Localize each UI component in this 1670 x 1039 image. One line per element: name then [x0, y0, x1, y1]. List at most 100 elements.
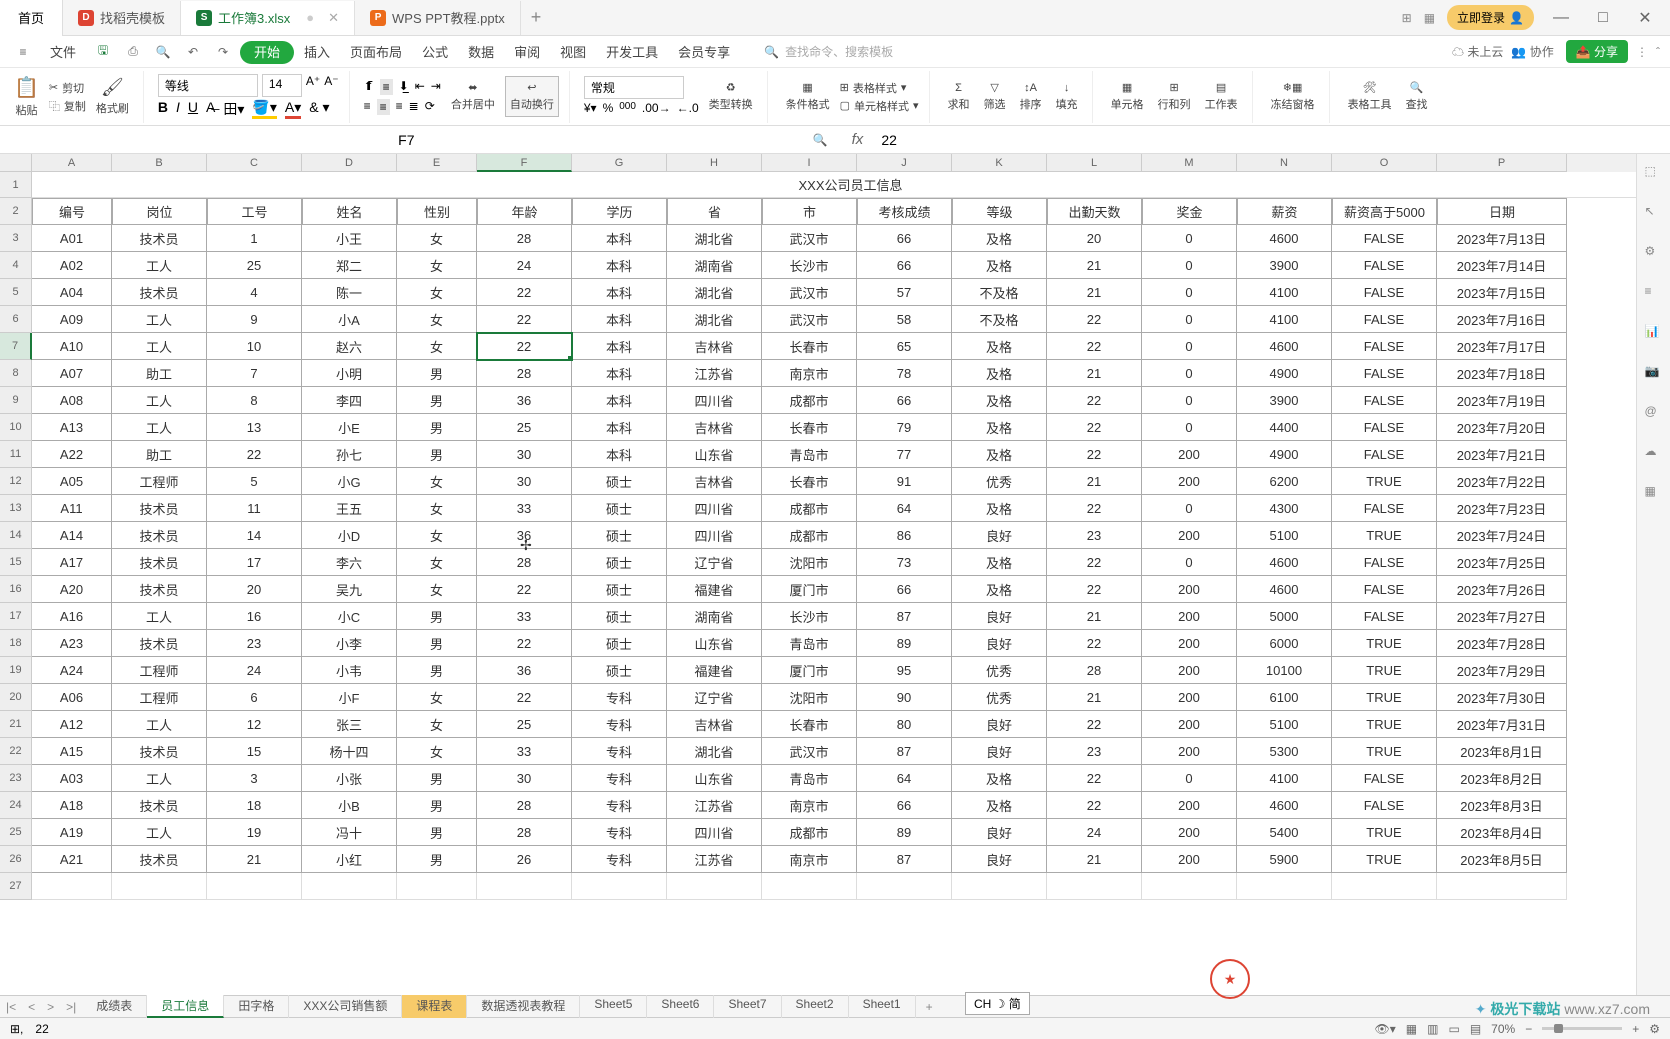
cell-D23[interactable]: 小张 [302, 765, 397, 792]
cell-G11[interactable]: 本科 [572, 441, 667, 468]
col-header-P[interactable]: P [1437, 154, 1567, 172]
cell-J17[interactable]: 87 [857, 603, 952, 630]
cell-K19[interactable]: 优秀 [952, 657, 1047, 684]
empty-cell[interactable] [112, 873, 207, 900]
filter-button[interactable]: ▽筛选 [980, 79, 1010, 114]
header-cell[interactable]: 岗位 [112, 198, 207, 225]
cell-I15[interactable]: 沈阳市 [762, 549, 857, 576]
cell-J12[interactable]: 91 [857, 468, 952, 495]
align-bot-icon[interactable]: ⬇̲ [399, 79, 409, 95]
cell-P10[interactable]: 2023年7月20日 [1437, 414, 1567, 441]
cell-F12[interactable]: 30 [477, 468, 572, 495]
cell-F14[interactable]: 36 [477, 522, 572, 549]
cell-L4[interactable]: 21 [1047, 252, 1142, 279]
side-at-icon[interactable]: @ [1645, 404, 1663, 422]
cell-I12[interactable]: 长春市 [762, 468, 857, 495]
coop-button[interactable]: 👥 协作 [1511, 43, 1553, 60]
cell-E13[interactable]: 女 [397, 495, 477, 522]
cell-F3[interactable]: 28 [477, 225, 572, 252]
cell-H23[interactable]: 山东省 [667, 765, 762, 792]
row-header-24[interactable]: 24 [0, 792, 32, 819]
paste-button[interactable]: 📋粘贴 [10, 73, 43, 120]
share-button[interactable]: 📤 分享 [1566, 40, 1628, 63]
header-cell[interactable]: 薪资高于5000 [1332, 198, 1437, 225]
cell-I26[interactable]: 南京市 [762, 846, 857, 873]
empty-cell[interactable] [1142, 873, 1237, 900]
cell-L11[interactable]: 22 [1047, 441, 1142, 468]
sheet-tab-4[interactable]: 课程表 [402, 995, 467, 1018]
header-cell[interactable]: 性别 [397, 198, 477, 225]
cell-L24[interactable]: 22 [1047, 792, 1142, 819]
cell-F17[interactable]: 33 [477, 603, 572, 630]
cell-P22[interactable]: 2023年8月1日 [1437, 738, 1567, 765]
doc-tab-0[interactable]: D找稻壳模板 [63, 1, 181, 35]
cell-B7[interactable]: 工人 [112, 333, 207, 360]
minimize-button[interactable]: — [1546, 9, 1576, 27]
cell-L3[interactable]: 20 [1047, 225, 1142, 252]
cell-O17[interactable]: FALSE [1332, 603, 1437, 630]
cell-P17[interactable]: 2023年7月27日 [1437, 603, 1567, 630]
cell-O4[interactable]: FALSE [1332, 252, 1437, 279]
sheet-prev-icon[interactable]: < [22, 1000, 41, 1014]
cell-I24[interactable]: 南京市 [762, 792, 857, 819]
inc-decimal-icon[interactable]: .00→ [642, 101, 671, 117]
fill-color-button[interactable]: 🪣▾ [252, 99, 276, 119]
row-header-10[interactable]: 10 [0, 414, 32, 441]
cell-I14[interactable]: 成都市 [762, 522, 857, 549]
col-header-M[interactable]: M [1142, 154, 1237, 172]
cell-M10[interactable]: 0 [1142, 414, 1237, 441]
login-button[interactable]: 立即登录👤 [1447, 5, 1534, 30]
cell-J20[interactable]: 90 [857, 684, 952, 711]
cell-J5[interactable]: 57 [857, 279, 952, 306]
cell-N7[interactable]: 4600 [1237, 333, 1332, 360]
strike-button[interactable]: A̶ [206, 99, 215, 119]
cell-G10[interactable]: 本科 [572, 414, 667, 441]
cell-I3[interactable]: 武汉市 [762, 225, 857, 252]
doc-tab-2[interactable]: PWPS PPT教程.pptx [355, 1, 521, 35]
row-header-14[interactable]: 14 [0, 522, 32, 549]
cell-E6[interactable]: 女 [397, 306, 477, 333]
view-grid1-icon[interactable]: ▦ [1406, 1022, 1417, 1036]
cell-M4[interactable]: 0 [1142, 252, 1237, 279]
cell-D25[interactable]: 冯十 [302, 819, 397, 846]
cell-O8[interactable]: FALSE [1332, 360, 1437, 387]
cell-M16[interactable]: 200 [1142, 576, 1237, 603]
cell-O18[interactable]: TRUE [1332, 630, 1437, 657]
cell-E12[interactable]: 女 [397, 468, 477, 495]
cell-D24[interactable]: 小B [302, 792, 397, 819]
row-header-25[interactable]: 25 [0, 819, 32, 846]
cell-M22[interactable]: 200 [1142, 738, 1237, 765]
header-cell[interactable]: 省 [667, 198, 762, 225]
cell-N25[interactable]: 5400 [1237, 819, 1332, 846]
name-box[interactable] [10, 128, 803, 152]
cell-A3[interactable]: A01 [32, 225, 112, 252]
cell-G18[interactable]: 硕士 [572, 630, 667, 657]
cell-G8[interactable]: 本科 [572, 360, 667, 387]
cell-D26[interactable]: 小红 [302, 846, 397, 873]
cell-L19[interactable]: 28 [1047, 657, 1142, 684]
cell-N5[interactable]: 4100 [1237, 279, 1332, 306]
cell-I6[interactable]: 武汉市 [762, 306, 857, 333]
header-cell[interactable]: 薪资 [1237, 198, 1332, 225]
cell-P16[interactable]: 2023年7月26日 [1437, 576, 1567, 603]
fx-label[interactable]: fx [852, 131, 864, 148]
sheet-first-icon[interactable]: |< [0, 1000, 22, 1014]
cell-K6[interactable]: 不及格 [952, 306, 1047, 333]
cell-I17[interactable]: 长沙市 [762, 603, 857, 630]
cell-B12[interactable]: 工程师 [112, 468, 207, 495]
cell-E16[interactable]: 女 [397, 576, 477, 603]
cell-E18[interactable]: 男 [397, 630, 477, 657]
cell-style-button[interactable]: ▢ 单元格样式▾ [840, 98, 919, 114]
cell-D12[interactable]: 小G [302, 468, 397, 495]
cell-L17[interactable]: 21 [1047, 603, 1142, 630]
fill-button[interactable]: ↓填充 [1052, 80, 1082, 114]
row-header-16[interactable]: 16 [0, 576, 32, 603]
cell-K20[interactable]: 优秀 [952, 684, 1047, 711]
bold-button[interactable]: B [158, 99, 168, 119]
cell-E26[interactable]: 男 [397, 846, 477, 873]
cell-P4[interactable]: 2023年7月14日 [1437, 252, 1567, 279]
cell-H4[interactable]: 湖南省 [667, 252, 762, 279]
sum-button[interactable]: Σ求和 [944, 80, 974, 114]
header-cell[interactable]: 学历 [572, 198, 667, 225]
cell-C9[interactable]: 8 [207, 387, 302, 414]
